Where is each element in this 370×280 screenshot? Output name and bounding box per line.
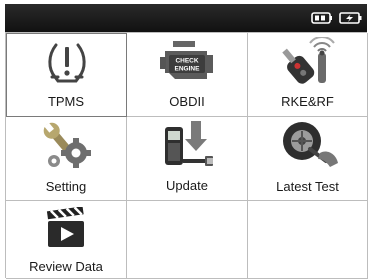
menu-item-tpms[interactable]: TPMS [6, 33, 127, 117]
update-download-icon [165, 121, 213, 166]
menu-item-obdii[interactable]: CHECK ENGINE OBDII [127, 33, 248, 117]
tire-gauge-icon [283, 122, 338, 167]
battery-icon [311, 12, 332, 24]
svg-text:ENGINE: ENGINE [175, 66, 201, 73]
wrench-gear-icon [43, 122, 91, 168]
svg-text:CHECK: CHECK [175, 58, 198, 65]
menu-item-review-data[interactable]: Review Data [6, 201, 127, 279]
menu-item-label: Update [166, 178, 208, 193]
menu-item-latest-test[interactable]: Latest Test [248, 117, 368, 201]
clapperboard-icon [46, 207, 84, 247]
check-engine-icon: CHECK ENGINE [160, 41, 213, 79]
menu-grid: TPMS CHECK ENGINE OBDII RKE&RF Setting U… [5, 32, 368, 279]
menu-item-label: TPMS [47, 94, 85, 109]
menu-item-label: Review Data [29, 259, 103, 274]
key-fob-icon [282, 37, 335, 84]
status-bar [5, 4, 367, 32]
tpms-warning-icon [48, 43, 86, 83]
menu-item-rke-rf[interactable]: RKE&RF [248, 33, 368, 117]
menu-item-update[interactable]: Update [127, 117, 248, 201]
menu-empty-cell [127, 201, 248, 279]
menu-item-setting[interactable]: Setting [6, 117, 127, 201]
menu-item-label: RKE&RF [281, 94, 334, 109]
menu-empty-cell [248, 201, 368, 279]
menu-item-label: Latest Test [276, 179, 339, 194]
power-icon [339, 12, 362, 24]
menu-item-label: OBDII [169, 94, 205, 109]
main-menu-screen: TPMS CHECK ENGINE OBDII RKE&RF Setting U… [0, 0, 370, 280]
menu-item-label: Setting [45, 179, 87, 194]
